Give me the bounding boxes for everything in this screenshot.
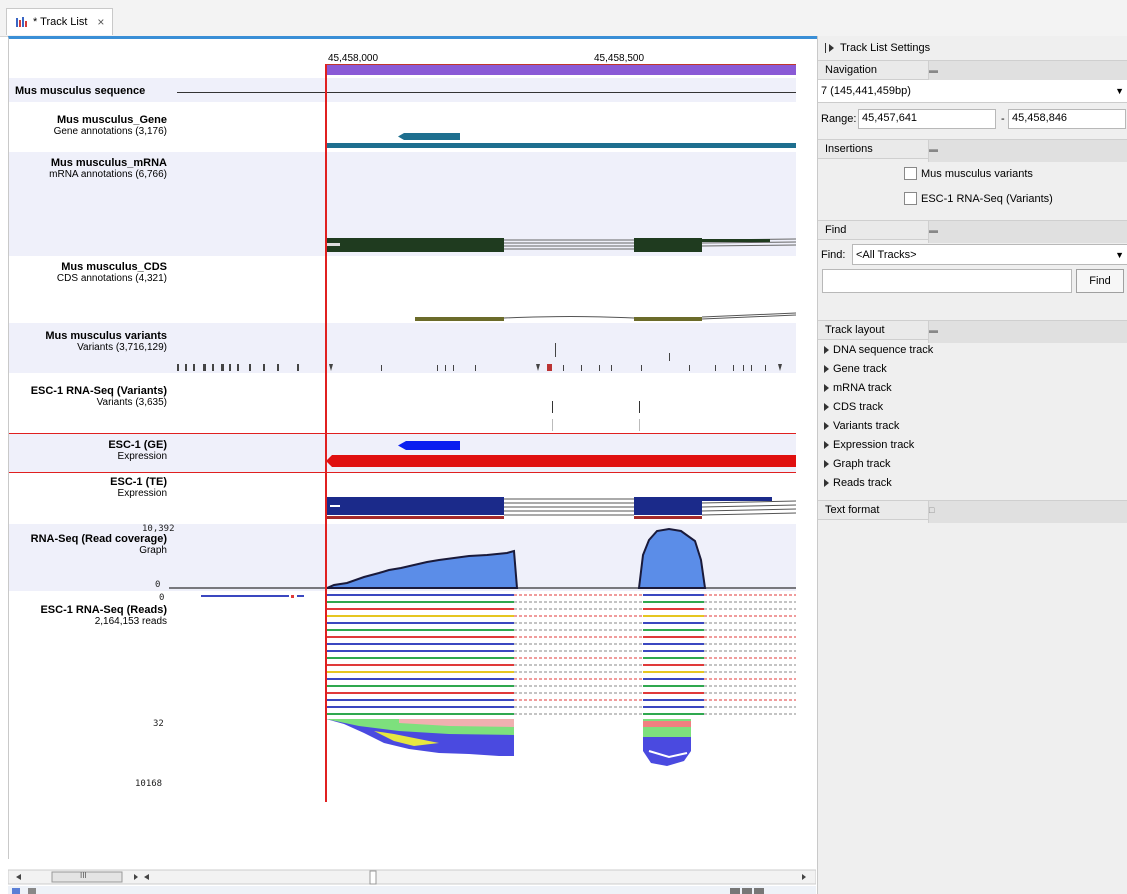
sequence-track-name: Mus musculus sequence bbox=[15, 85, 146, 97]
layout-item-label: Variants track bbox=[833, 420, 900, 432]
mrna-track-sub: mRNA annotations (6,766) bbox=[49, 169, 167, 180]
coverage-track-label: RNA-Seq (Read coverage) Graph bbox=[9, 533, 167, 556]
layout-item-label: Expression track bbox=[833, 439, 915, 451]
find-input[interactable] bbox=[822, 269, 1072, 293]
navigation-section-header[interactable]: Navigation ▬ bbox=[818, 60, 1127, 83]
chevron-down-icon: ▼ bbox=[1115, 249, 1124, 260]
track-list-icon bbox=[16, 17, 27, 27]
cds-track-label: Mus musculus_CDS CDS annotations (4,321) bbox=[9, 261, 167, 284]
reads-track-label: ESC-1 RNA-Seq (Reads) 2,164,153 reads bbox=[9, 604, 167, 627]
text-format-section-header[interactable]: Text format □ bbox=[818, 500, 1127, 523]
range-label: Range: bbox=[821, 113, 857, 125]
position-cursor-line[interactable] bbox=[325, 64, 327, 802]
gene-track-label: Mus musculus_Gene Gene annotations (3,17… bbox=[9, 114, 167, 137]
find-scope-value: <All Tracks> bbox=[856, 248, 917, 261]
layout-item-mrna[interactable]: mRNA track bbox=[824, 382, 892, 394]
gene-track-sub: Gene annotations (3,176) bbox=[53, 126, 167, 137]
ge-track-sub: Expression bbox=[117, 451, 167, 462]
text-format-header-label: Text format bbox=[825, 504, 880, 516]
chromosome-value: 7 (145,441,459bp) bbox=[821, 85, 911, 97]
insert-option-1: Mus musculus variants bbox=[921, 167, 1033, 180]
bottom-bar: III bbox=[8, 864, 816, 894]
ruler-label-2: 45,458,500 bbox=[594, 53, 645, 64]
insert-mus-musculus-variants-checkbox[interactable]: Mus musculus variants bbox=[904, 167, 1033, 180]
coverage-track-sub: Graph bbox=[139, 545, 167, 556]
layout-item-label: Reads track bbox=[833, 477, 892, 489]
coverage-min-label: 0 bbox=[155, 580, 161, 590]
gene-track-graphic[interactable] bbox=[326, 128, 796, 152]
layout-item-cds[interactable]: CDS track bbox=[824, 401, 883, 413]
scrollbar-grip: III bbox=[80, 871, 87, 880]
te-track-name: ESC-1 (TE) bbox=[110, 476, 167, 488]
range-separator: - bbox=[1001, 113, 1005, 125]
ruler-label-1: 45,458,000 bbox=[328, 53, 379, 64]
find-label: Find: bbox=[821, 249, 846, 261]
esc-variants-track-label: ESC-1 RNA-Seq (Variants) Variants (3,635… bbox=[9, 385, 167, 408]
find-section-header[interactable]: Find ▬ bbox=[818, 220, 1127, 243]
ge-track-name: ESC-1 (GE) bbox=[108, 439, 167, 451]
tab-title: * Track List bbox=[33, 16, 88, 28]
esc-variants-track-sub: Variants (3,635) bbox=[96, 397, 167, 408]
mrna-track-label: Mus musculus_mRNA mRNA annotations (6,76… bbox=[9, 157, 167, 180]
close-tab-icon[interactable]: × bbox=[97, 15, 104, 29]
panel-title: Track List Settings bbox=[840, 42, 931, 54]
ge-track-graphic[interactable] bbox=[326, 439, 796, 471]
cds-track-sub: CDS annotations (4,321) bbox=[56, 273, 167, 284]
cds-track-name: Mus musculus_CDS bbox=[61, 261, 167, 273]
track-layout-header-label: Track layout bbox=[825, 324, 885, 336]
layout-item-graph[interactable]: Graph track bbox=[824, 458, 890, 470]
reads-bottom-label: 10168 bbox=[135, 779, 163, 789]
insert-esc-variants-checkbox[interactable]: ESC-1 RNA-Seq (Variants) bbox=[904, 192, 1053, 205]
layout-item-dna-sequence[interactable]: DNA sequence track bbox=[824, 344, 933, 356]
layout-item-variants[interactable]: Variants track bbox=[824, 420, 899, 432]
editor-tab-bar: * Track List × bbox=[0, 0, 1127, 37]
te-track-sub: Expression bbox=[117, 488, 167, 499]
te-track-graphic[interactable] bbox=[326, 494, 796, 524]
reads-graphic[interactable] bbox=[199, 591, 796, 821]
chevron-down-icon: ▼ bbox=[1115, 86, 1124, 96]
layout-item-label: DNA sequence track bbox=[833, 344, 934, 356]
layout-item-reads[interactable]: Reads track bbox=[824, 477, 892, 489]
insertions-header-label: Insertions bbox=[825, 143, 873, 155]
panel-header[interactable]: Track List Settings bbox=[824, 42, 930, 54]
ruler-bar[interactable] bbox=[326, 64, 796, 75]
coverage-graphic[interactable] bbox=[169, 525, 796, 593]
reads-top-label: 0 bbox=[159, 593, 165, 603]
collapse-panel-icon[interactable] bbox=[824, 42, 836, 54]
navigation-header-label: Navigation bbox=[825, 64, 877, 76]
find-button[interactable]: Find bbox=[1076, 269, 1124, 293]
layout-item-gene[interactable]: Gene track bbox=[824, 363, 887, 375]
coverage-track-name: RNA-Seq (Read coverage) bbox=[30, 533, 167, 545]
insert-option-2: ESC-1 RNA-Seq (Variants) bbox=[921, 192, 1053, 205]
settings-panel: Track List Settings Navigation ▬ 7 (145,4… bbox=[817, 36, 1127, 894]
variants-track-graphic[interactable] bbox=[9, 339, 796, 373]
track-view[interactable]: 45,458,000 45,458,500 Mus musculus seque… bbox=[8, 36, 817, 859]
sequence-line bbox=[177, 92, 796, 93]
esc-variants-track-name: ESC-1 RNA-Seq (Variants) bbox=[30, 385, 167, 397]
esc-variants-graphic[interactable] bbox=[326, 399, 796, 433]
tab-track-list[interactable]: * Track List × bbox=[6, 8, 114, 35]
reads-track-sub: 2,164,153 reads bbox=[94, 616, 167, 627]
insertions-section-header[interactable]: Insertions ▬ bbox=[818, 139, 1127, 162]
track-layout-section-header[interactable]: Track layout ▬ bbox=[818, 320, 1127, 343]
layout-item-label: Gene track bbox=[833, 363, 887, 375]
te-track-label: ESC-1 (TE) Expression bbox=[9, 476, 167, 499]
chromosome-select[interactable]: 7 (145,441,459bp) ▼ bbox=[818, 80, 1127, 103]
horizontal-scrollbar[interactable] bbox=[8, 864, 816, 894]
reads-mid-label: 32 bbox=[153, 719, 164, 729]
range-end-input[interactable]: 45,458,846 bbox=[1008, 109, 1126, 129]
find-scope-select[interactable]: <All Tracks> ▼ bbox=[852, 244, 1127, 265]
mrna-track-name: Mus musculus_mRNA bbox=[50, 157, 167, 169]
ge-track-label: ESC-1 (GE) Expression bbox=[9, 439, 167, 462]
layout-item-label: mRNA track bbox=[833, 382, 892, 394]
gene-track-name: Mus musculus_Gene bbox=[56, 114, 167, 126]
mrna-track-graphic[interactable] bbox=[326, 234, 796, 256]
layout-item-label: Graph track bbox=[833, 458, 891, 470]
find-header-label: Find bbox=[825, 224, 847, 236]
layout-item-label: CDS track bbox=[833, 401, 884, 413]
reads-track-name: ESC-1 RNA-Seq (Reads) bbox=[40, 604, 167, 616]
layout-item-expression[interactable]: Expression track bbox=[824, 439, 914, 451]
range-start-input[interactable]: 45,457,641 bbox=[858, 109, 996, 129]
